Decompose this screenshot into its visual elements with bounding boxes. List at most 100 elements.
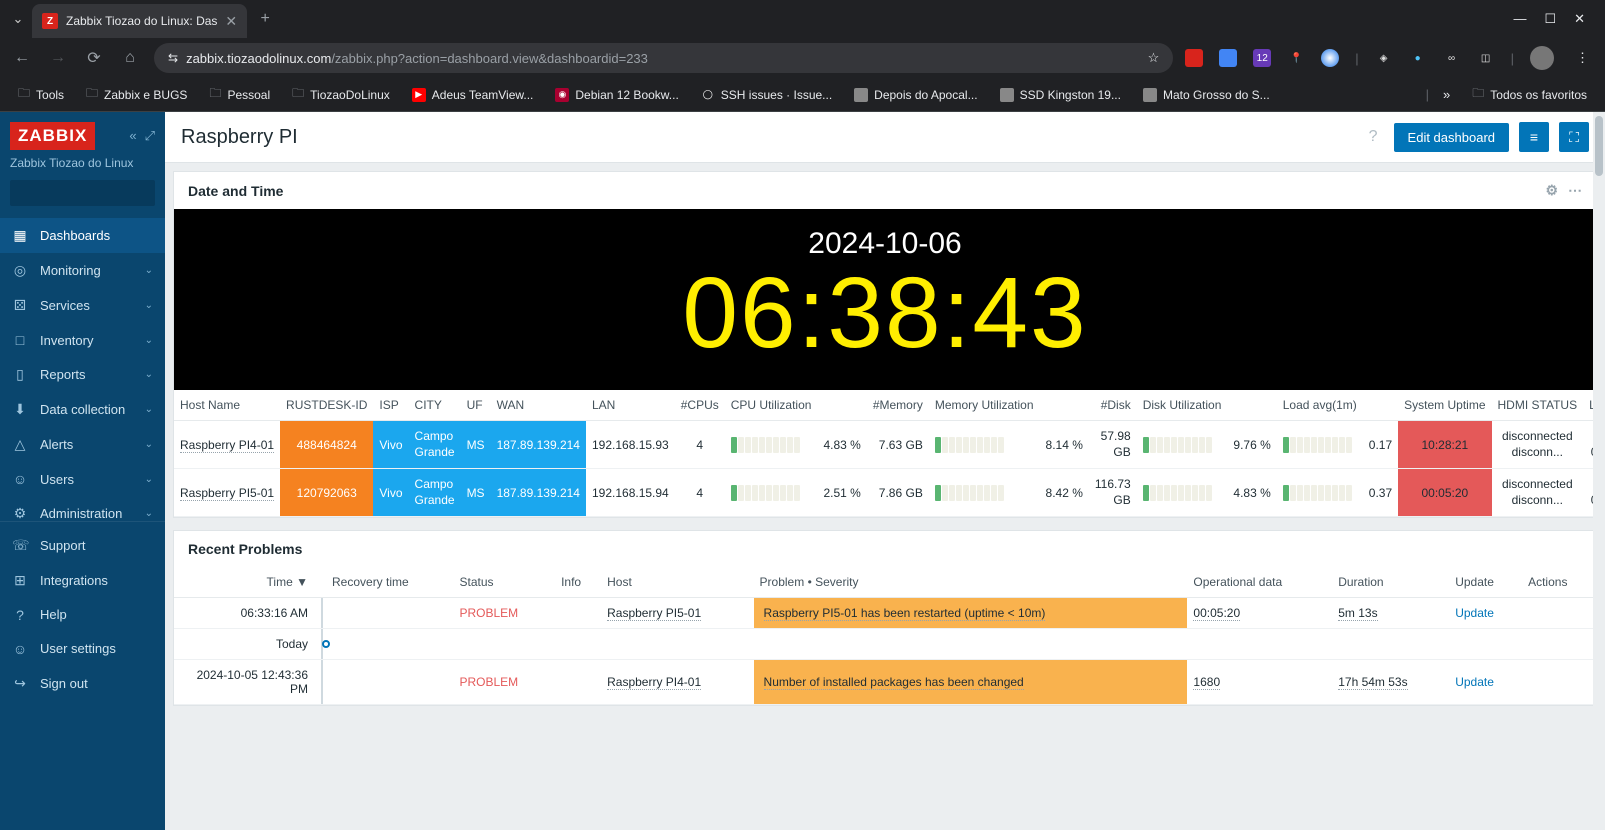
host-link[interactable]: Raspberry PI5-01 bbox=[607, 606, 701, 621]
scrollbar-thumb[interactable] bbox=[1595, 116, 1603, 176]
home-button[interactable]: ⌂ bbox=[118, 49, 142, 67]
tab-menu-chevron[interactable]: ⌄ bbox=[8, 9, 28, 29]
scrollbar[interactable] bbox=[1593, 112, 1605, 830]
bookmark-item[interactable]: 🗀TiozaoDoLinux bbox=[284, 80, 398, 109]
col-header[interactable]: #Memory bbox=[867, 390, 929, 421]
bookmark-item[interactable]: 🗀Tools bbox=[10, 80, 72, 109]
close-window-button[interactable]: ✕ bbox=[1574, 11, 1585, 27]
extension-icon[interactable]: ∞ bbox=[1443, 49, 1461, 67]
host-link[interactable]: Raspberry PI5-01 bbox=[180, 486, 274, 501]
col-problem[interactable]: Problem • Severity bbox=[754, 567, 1188, 598]
sidebar-item-administration[interactable]: ⚙Administration⌄ bbox=[0, 496, 165, 521]
popout-icon[interactable]: ⤢ bbox=[145, 128, 155, 144]
col-actions[interactable]: Actions bbox=[1522, 567, 1596, 598]
bookmark-item[interactable]: 🗀Zabbix e BUGS bbox=[78, 80, 195, 109]
col-header[interactable]: #CPUs bbox=[675, 390, 725, 421]
col-header[interactable]: HDMI STATUS bbox=[1492, 390, 1584, 421]
extension-icon[interactable] bbox=[1219, 49, 1237, 67]
forward-button[interactable]: → bbox=[46, 49, 70, 67]
extension-icon[interactable]: ◈ bbox=[1375, 49, 1393, 67]
col-header[interactable] bbox=[817, 390, 866, 421]
site-info-icon[interactable]: ⇆ bbox=[168, 51, 178, 65]
profile-avatar[interactable] bbox=[1530, 46, 1554, 70]
col-update[interactable]: Update bbox=[1449, 567, 1522, 598]
update-link[interactable]: Update bbox=[1455, 606, 1494, 620]
problem-time[interactable]: 06:33:16 AM bbox=[174, 598, 314, 629]
star-icon[interactable]: ☆ bbox=[1148, 50, 1160, 66]
col-header[interactable] bbox=[1040, 390, 1089, 421]
browser-menu-icon[interactable]: ⋮ bbox=[1570, 50, 1595, 66]
col-header[interactable] bbox=[1363, 390, 1398, 421]
minimize-button[interactable]: — bbox=[1513, 11, 1526, 27]
sidebar-item-integrations[interactable]: ⊞Integrations bbox=[0, 563, 165, 598]
sidebar-item-reports[interactable]: ▯Reports⌄ bbox=[0, 357, 165, 392]
col-host[interactable]: Host bbox=[601, 567, 753, 598]
help-icon[interactable]: ? bbox=[1363, 128, 1384, 146]
fullscreen-button[interactable]: ⛶ bbox=[1559, 122, 1589, 152]
col-header[interactable]: LAN bbox=[586, 390, 675, 421]
url-field[interactable]: ⇆ zabbix.tiozaodolinux.com/zabbix.php?ac… bbox=[154, 43, 1173, 73]
host-link[interactable]: Raspberry PI4-01 bbox=[180, 438, 274, 453]
bookmark-item[interactable]: 🗀Pessoal bbox=[201, 80, 278, 109]
col-opdata[interactable]: Operational data bbox=[1187, 567, 1332, 598]
new-tab-button[interactable]: + bbox=[251, 5, 279, 33]
col-header[interactable]: Host Name bbox=[174, 390, 280, 421]
col-header[interactable]: Memory Utilization bbox=[929, 390, 1040, 421]
col-header[interactable]: CPU Utilization bbox=[725, 390, 818, 421]
bookmark-item[interactable]: ▶Adeus TeamView... bbox=[404, 84, 542, 106]
bookmarks-overflow-icon[interactable]: » bbox=[1435, 87, 1458, 102]
extension-icon[interactable]: 📍 bbox=[1287, 49, 1305, 67]
sidebar-item-inventory[interactable]: □Inventory⌄ bbox=[0, 323, 165, 357]
sidebar-item-data-collection[interactable]: ⬇Data collection⌄ bbox=[0, 392, 165, 427]
sidebar-item-user-settings[interactable]: ☺User settings bbox=[0, 632, 165, 666]
bookmark-item[interactable]: Mato Grosso do S... bbox=[1135, 84, 1278, 106]
sidebar-item-support[interactable]: ☏Support bbox=[0, 528, 165, 563]
all-bookmarks[interactable]: 🗀Todos os favoritos bbox=[1464, 80, 1595, 109]
col-header[interactable]: System Uptime bbox=[1398, 390, 1491, 421]
bookmark-item[interactable]: ◯SSH issues · Issue... bbox=[693, 84, 840, 106]
col-time[interactable]: Time ▼ bbox=[174, 567, 314, 598]
host-link[interactable]: Raspberry PI4-01 bbox=[607, 675, 701, 690]
list-view-button[interactable]: ≡ bbox=[1519, 122, 1549, 152]
col-duration[interactable]: Duration bbox=[1332, 567, 1449, 598]
extension-icon[interactable]: ● bbox=[1409, 49, 1427, 67]
edit-dashboard-button[interactable]: Edit dashboard bbox=[1394, 123, 1509, 152]
extension-icon[interactable]: 12 bbox=[1253, 49, 1271, 67]
back-button[interactable]: ← bbox=[10, 49, 34, 67]
sidebar-item-users[interactable]: ☺Users⌄ bbox=[0, 462, 165, 496]
browser-tab[interactable]: Z Zabbix Tiozao do Linux: Das ✕ bbox=[32, 4, 247, 38]
widget-settings-icon[interactable]: ⚙ bbox=[1545, 182, 1558, 199]
sidebar-item-alerts[interactable]: △Alerts⌄ bbox=[0, 427, 165, 462]
tab-close-icon[interactable]: ✕ bbox=[225, 13, 237, 30]
col-header[interactable]: ISP bbox=[373, 390, 408, 421]
search-input[interactable] bbox=[18, 186, 173, 200]
problem-time[interactable]: 2024-10-05 12:43:36 PM bbox=[174, 660, 314, 705]
col-header[interactable] bbox=[1227, 390, 1276, 421]
col-info[interactable]: Info bbox=[555, 567, 601, 598]
bookmark-item[interactable]: ◉Debian 12 Bookw... bbox=[547, 84, 686, 106]
col-header[interactable]: RUSTDESK-ID bbox=[280, 390, 373, 421]
col-recovery[interactable]: Recovery time bbox=[326, 567, 453, 598]
col-header[interactable]: Disk Utilization bbox=[1137, 390, 1228, 421]
col-header[interactable]: WAN bbox=[491, 390, 586, 421]
problem-text[interactable]: Raspberry PI5-01 has been restarted (upt… bbox=[754, 598, 1188, 629]
sidebar-item-sign-out[interactable]: ↪Sign out bbox=[0, 666, 165, 701]
extension-icon[interactable] bbox=[1321, 49, 1339, 67]
col-header[interactable]: #Disk bbox=[1089, 390, 1137, 421]
bookmark-item[interactable]: Depois do Apocal... bbox=[846, 84, 985, 106]
sidebar-item-monitoring[interactable]: ◎Monitoring⌄ bbox=[0, 253, 165, 288]
sidebar-item-services[interactable]: ⚄Services⌄ bbox=[0, 288, 165, 323]
bookmark-item[interactable]: SSD Kingston 19... bbox=[992, 84, 1129, 106]
collapse-sidebar-icon[interactable]: « bbox=[129, 128, 136, 144]
update-link[interactable]: Update bbox=[1455, 675, 1494, 689]
problem-text[interactable]: Number of installed packages has been ch… bbox=[754, 660, 1188, 705]
extension-icon[interactable]: ◫ bbox=[1477, 49, 1495, 67]
col-status[interactable]: Status bbox=[453, 567, 555, 598]
widget-menu-icon[interactable]: ⋯ bbox=[1568, 182, 1582, 199]
col-header[interactable]: Load avg(1m) bbox=[1277, 390, 1363, 421]
extension-icon[interactable] bbox=[1185, 49, 1203, 67]
reload-button[interactable]: ⟳ bbox=[82, 48, 106, 68]
maximize-button[interactable]: ☐ bbox=[1544, 11, 1556, 27]
col-header[interactable]: CITY bbox=[409, 390, 461, 421]
sidebar-item-help[interactable]: ?Help bbox=[0, 598, 165, 632]
